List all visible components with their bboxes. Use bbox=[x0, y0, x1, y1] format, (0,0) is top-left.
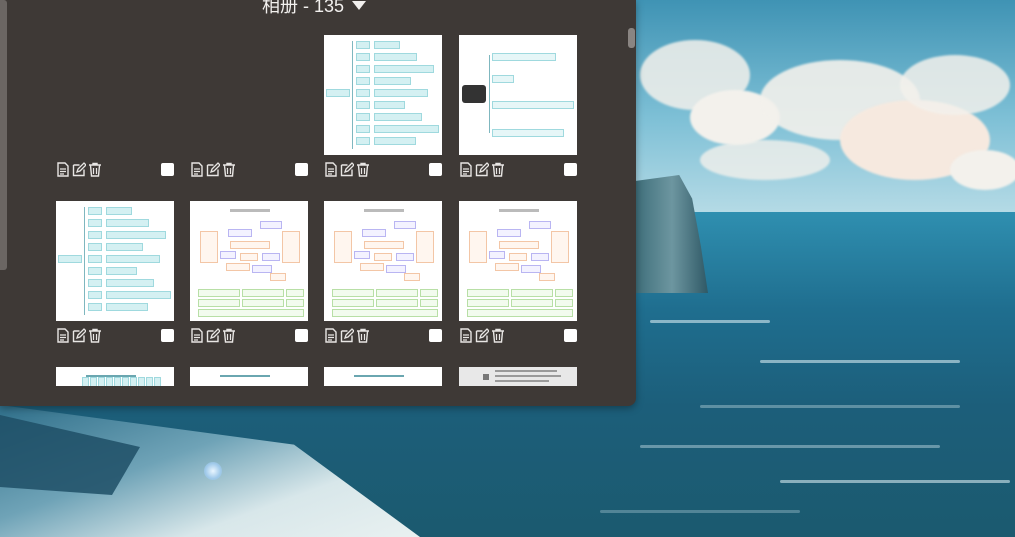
edit-icon[interactable] bbox=[340, 328, 354, 343]
trash-icon[interactable] bbox=[356, 328, 370, 343]
thumbnail-image[interactable] bbox=[459, 367, 577, 386]
edit-icon[interactable] bbox=[72, 162, 86, 177]
edit-icon[interactable] bbox=[206, 328, 220, 343]
tile-toolbar bbox=[56, 328, 174, 346]
grid-scrollbar-thumb[interactable] bbox=[628, 28, 635, 48]
select-checkbox[interactable] bbox=[429, 163, 442, 176]
tile-toolbar bbox=[324, 328, 442, 346]
trash-icon[interactable] bbox=[356, 162, 370, 177]
document-icon[interactable] bbox=[324, 162, 338, 177]
thumbnail-image[interactable] bbox=[190, 35, 308, 155]
album-title: 相册 - 135 bbox=[262, 0, 345, 16]
document-icon[interactable] bbox=[190, 162, 204, 177]
document-icon[interactable] bbox=[56, 162, 70, 177]
trash-icon[interactable] bbox=[88, 162, 102, 177]
document-icon[interactable] bbox=[56, 328, 70, 343]
thumbnail-image[interactable] bbox=[324, 367, 442, 386]
tile-toolbar bbox=[459, 162, 577, 180]
document-icon[interactable] bbox=[459, 162, 473, 177]
thumbnail-image[interactable] bbox=[459, 201, 577, 321]
thumbnail-image[interactable] bbox=[56, 201, 174, 321]
edit-icon[interactable] bbox=[475, 328, 489, 343]
thumbnail-image[interactable] bbox=[324, 201, 442, 321]
thumbnail-image[interactable] bbox=[190, 367, 308, 386]
select-checkbox[interactable] bbox=[429, 329, 442, 342]
thumbnail-image[interactable] bbox=[190, 201, 308, 321]
document-icon[interactable] bbox=[324, 328, 338, 343]
trash-icon[interactable] bbox=[222, 328, 236, 343]
document-icon[interactable] bbox=[190, 328, 204, 343]
thumbnail-image[interactable] bbox=[459, 35, 577, 155]
select-checkbox[interactable] bbox=[161, 163, 174, 176]
trash-icon[interactable] bbox=[491, 162, 505, 177]
trash-icon[interactable] bbox=[88, 328, 102, 343]
tile-toolbar bbox=[324, 162, 442, 180]
tile-toolbar bbox=[190, 162, 308, 180]
edit-icon[interactable] bbox=[72, 328, 86, 343]
trash-icon[interactable] bbox=[222, 162, 236, 177]
select-checkbox[interactable] bbox=[564, 329, 577, 342]
album-panel: 相册 - 135 bbox=[0, 0, 636, 406]
edit-icon[interactable] bbox=[340, 162, 354, 177]
document-icon[interactable] bbox=[459, 328, 473, 343]
trash-icon[interactable] bbox=[491, 328, 505, 343]
select-checkbox[interactable] bbox=[295, 329, 308, 342]
select-checkbox[interactable] bbox=[295, 163, 308, 176]
tile-toolbar bbox=[56, 162, 174, 180]
tile-toolbar bbox=[190, 328, 308, 346]
edit-icon[interactable] bbox=[475, 162, 489, 177]
wallpaper-glow bbox=[204, 462, 222, 480]
thumbnail-image[interactable] bbox=[56, 35, 174, 155]
album-title-dropdown[interactable]: 相册 - 135 bbox=[262, 0, 367, 18]
left-scrollbar[interactable] bbox=[0, 0, 7, 270]
caret-down-icon[interactable] bbox=[352, 0, 367, 10]
thumbnail-image[interactable] bbox=[324, 35, 442, 155]
edit-icon[interactable] bbox=[206, 162, 220, 177]
select-checkbox[interactable] bbox=[161, 329, 174, 342]
select-checkbox[interactable] bbox=[564, 163, 577, 176]
thumbnail-image[interactable] bbox=[56, 367, 174, 386]
tile-toolbar bbox=[459, 328, 577, 346]
